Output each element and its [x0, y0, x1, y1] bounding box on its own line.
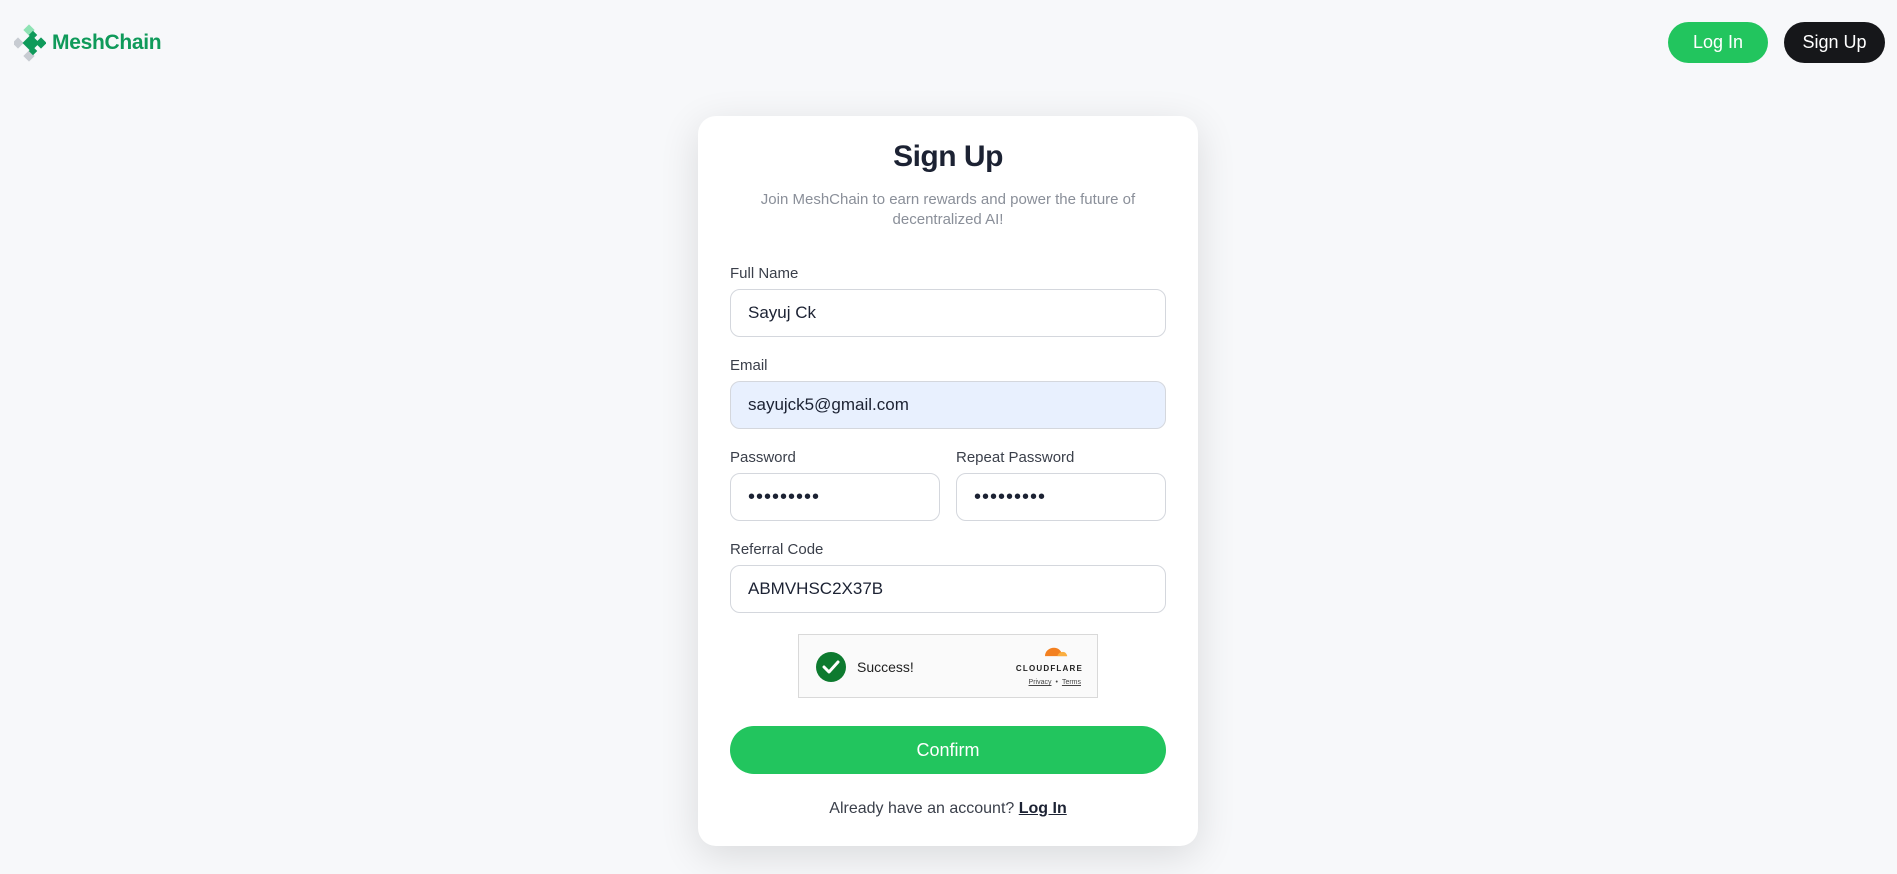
email-label: Email — [730, 357, 768, 374]
captcha-status: Success! — [857, 659, 914, 675]
referral-code-label: Referral Code — [730, 541, 824, 558]
cloudflare-brand: CLOUDFLARE — [1015, 664, 1083, 673]
captcha-links: Privacy • Terms — [1029, 679, 1081, 686]
cloudflare-cloud-icon — [1045, 647, 1068, 657]
page-subtitle: Join MeshChain to earn rewards and power… — [760, 191, 1136, 228]
email-input[interactable] — [730, 381, 1166, 429]
repeat-password-input[interactable] — [956, 473, 1166, 521]
signup-button[interactable]: Sign Up — [1784, 22, 1885, 63]
full-name-label: Full Name — [730, 265, 799, 282]
password-label: Password — [730, 449, 796, 466]
check-icon — [816, 652, 846, 682]
login-prompt: Already have an account? Log In — [698, 800, 1198, 818]
referral-code-input[interactable] — [730, 565, 1166, 613]
password-input[interactable] — [730, 473, 940, 521]
confirm-button[interactable]: Confirm — [730, 726, 1166, 774]
repeat-password-label: Repeat Password — [956, 449, 1075, 466]
signup-card: Sign Up Join MeshChain to earn rewards a… — [698, 116, 1198, 846]
link-separator: • — [1055, 679, 1058, 686]
meshchain-logo-icon — [14, 24, 46, 62]
full-name-input[interactable] — [730, 289, 1166, 337]
top-bar: MeshChain Log In Sign Up — [0, 0, 1897, 86]
brand-name: MeshChain — [52, 31, 162, 54]
login-button[interactable]: Log In — [1668, 22, 1768, 63]
privacy-link[interactable]: Privacy — [1029, 679, 1052, 686]
page-title: Sign Up — [893, 140, 1003, 173]
captcha-widget[interactable]: Success! CLOUDFLARE Privacy • Terms — [798, 634, 1098, 698]
login-link[interactable]: Log In — [1019, 800, 1067, 817]
brand-logo[interactable]: MeshChain — [14, 24, 162, 62]
terms-link[interactable]: Terms — [1062, 679, 1081, 686]
login-prompt-text: Already have an account? — [829, 800, 1015, 817]
